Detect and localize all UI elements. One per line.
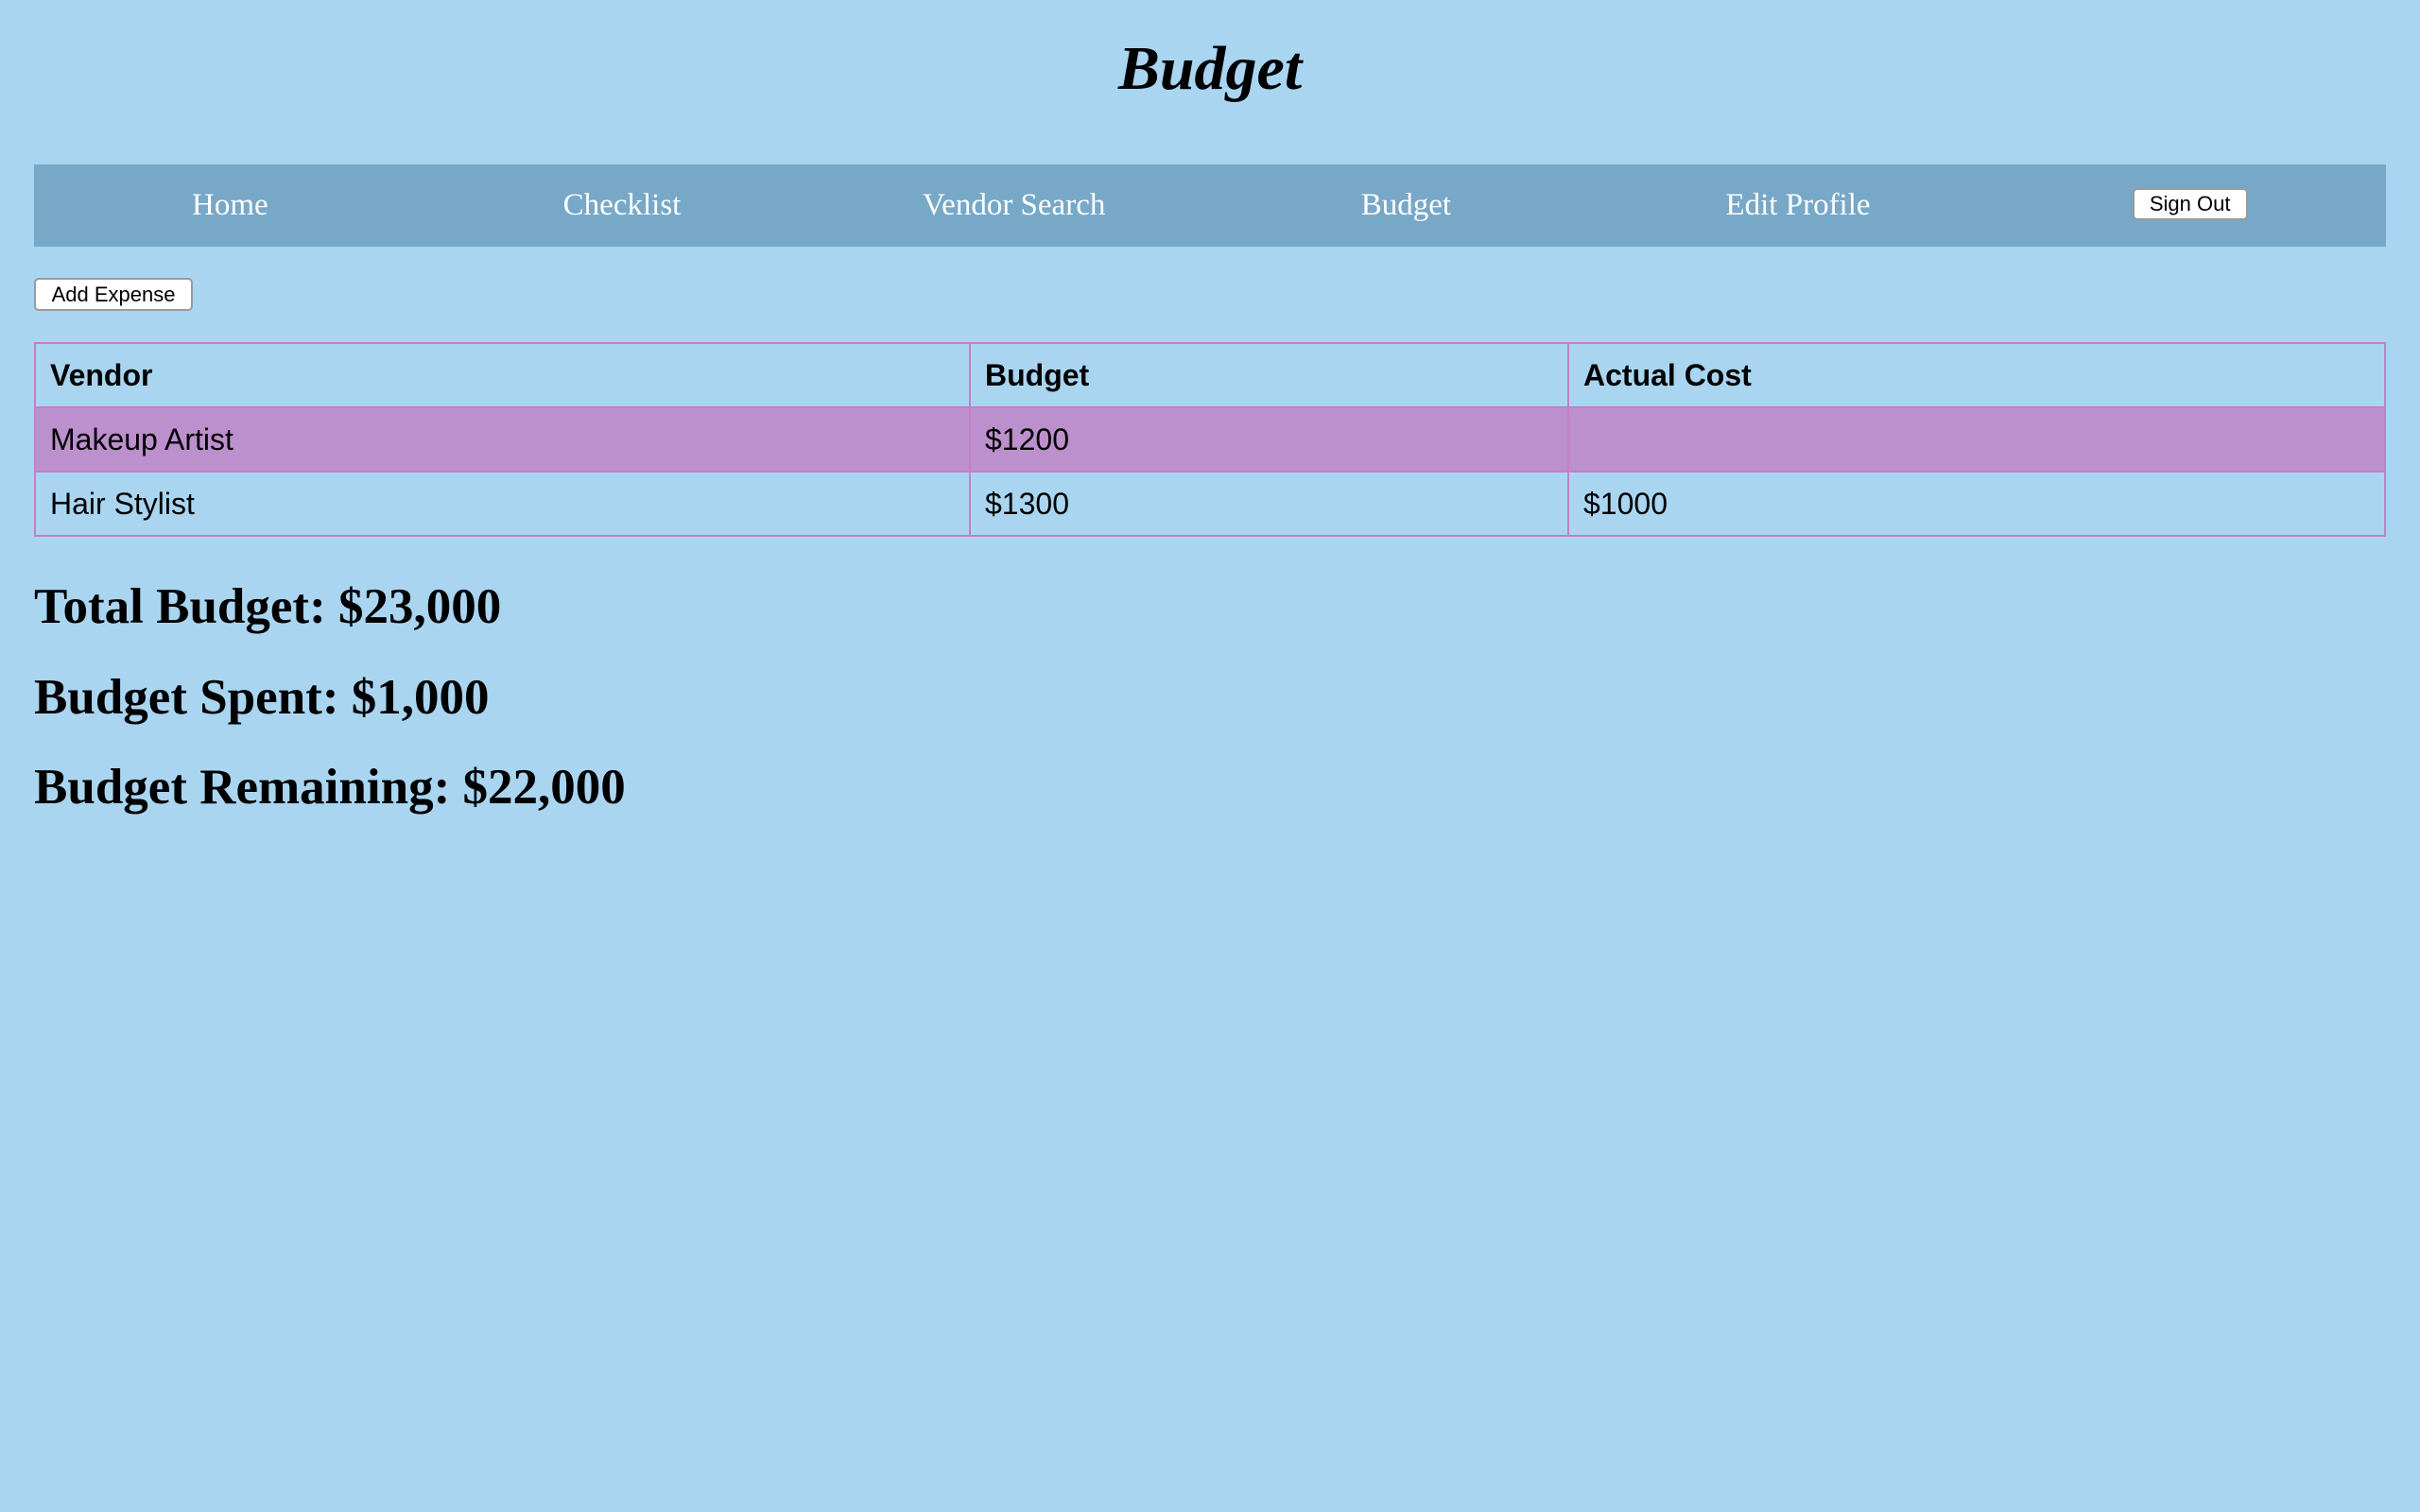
page-title: Budget: [1117, 34, 1303, 103]
nav-item-vendor-search[interactable]: Vendor Search: [818, 164, 1210, 247]
add-expense-button[interactable]: Add Expense: [34, 278, 193, 311]
main-navigation: Home Checklist Vendor Search Budget Edit…: [34, 164, 2386, 247]
table-row[interactable]: Hair Stylist $1300 $1000: [34, 471, 2386, 537]
expense-table: Vendor Budget Actual Cost Makeup Artist …: [34, 342, 2386, 537]
vendor-cell: Hair Stylist: [34, 471, 971, 537]
vendor-cell: Makeup Artist: [34, 406, 971, 472]
budget-spent-summary: Budget Spent: $1,000: [34, 670, 490, 725]
sign-out-button[interactable]: Sign Out: [2132, 187, 2248, 220]
actual-cost-cell: $1000: [1567, 471, 2386, 537]
actual-cost-cell: [1567, 406, 2386, 472]
nav-item-budget[interactable]: Budget: [1210, 164, 1602, 247]
column-header-vendor: Vendor: [34, 342, 971, 408]
nav-item-checklist[interactable]: Checklist: [426, 164, 819, 247]
column-header-actual-cost: Actual Cost: [1567, 342, 2386, 408]
nav-item-home[interactable]: Home: [34, 164, 426, 247]
table-row[interactable]: Makeup Artist $1200: [34, 406, 2386, 472]
budget-remaining-summary: Budget Remaining: $22,000: [34, 760, 626, 815]
budget-cell: $1300: [969, 471, 1569, 537]
column-header-budget: Budget: [969, 342, 1569, 408]
budget-cell: $1200: [969, 406, 1569, 472]
table-header-row: Vendor Budget Actual Cost: [34, 342, 2386, 408]
nav-item-edit-profile[interactable]: Edit Profile: [1602, 164, 1995, 247]
total-budget-summary: Total Budget: $23,000: [34, 579, 502, 634]
sign-out-container: Sign Out: [1994, 164, 2386, 247]
